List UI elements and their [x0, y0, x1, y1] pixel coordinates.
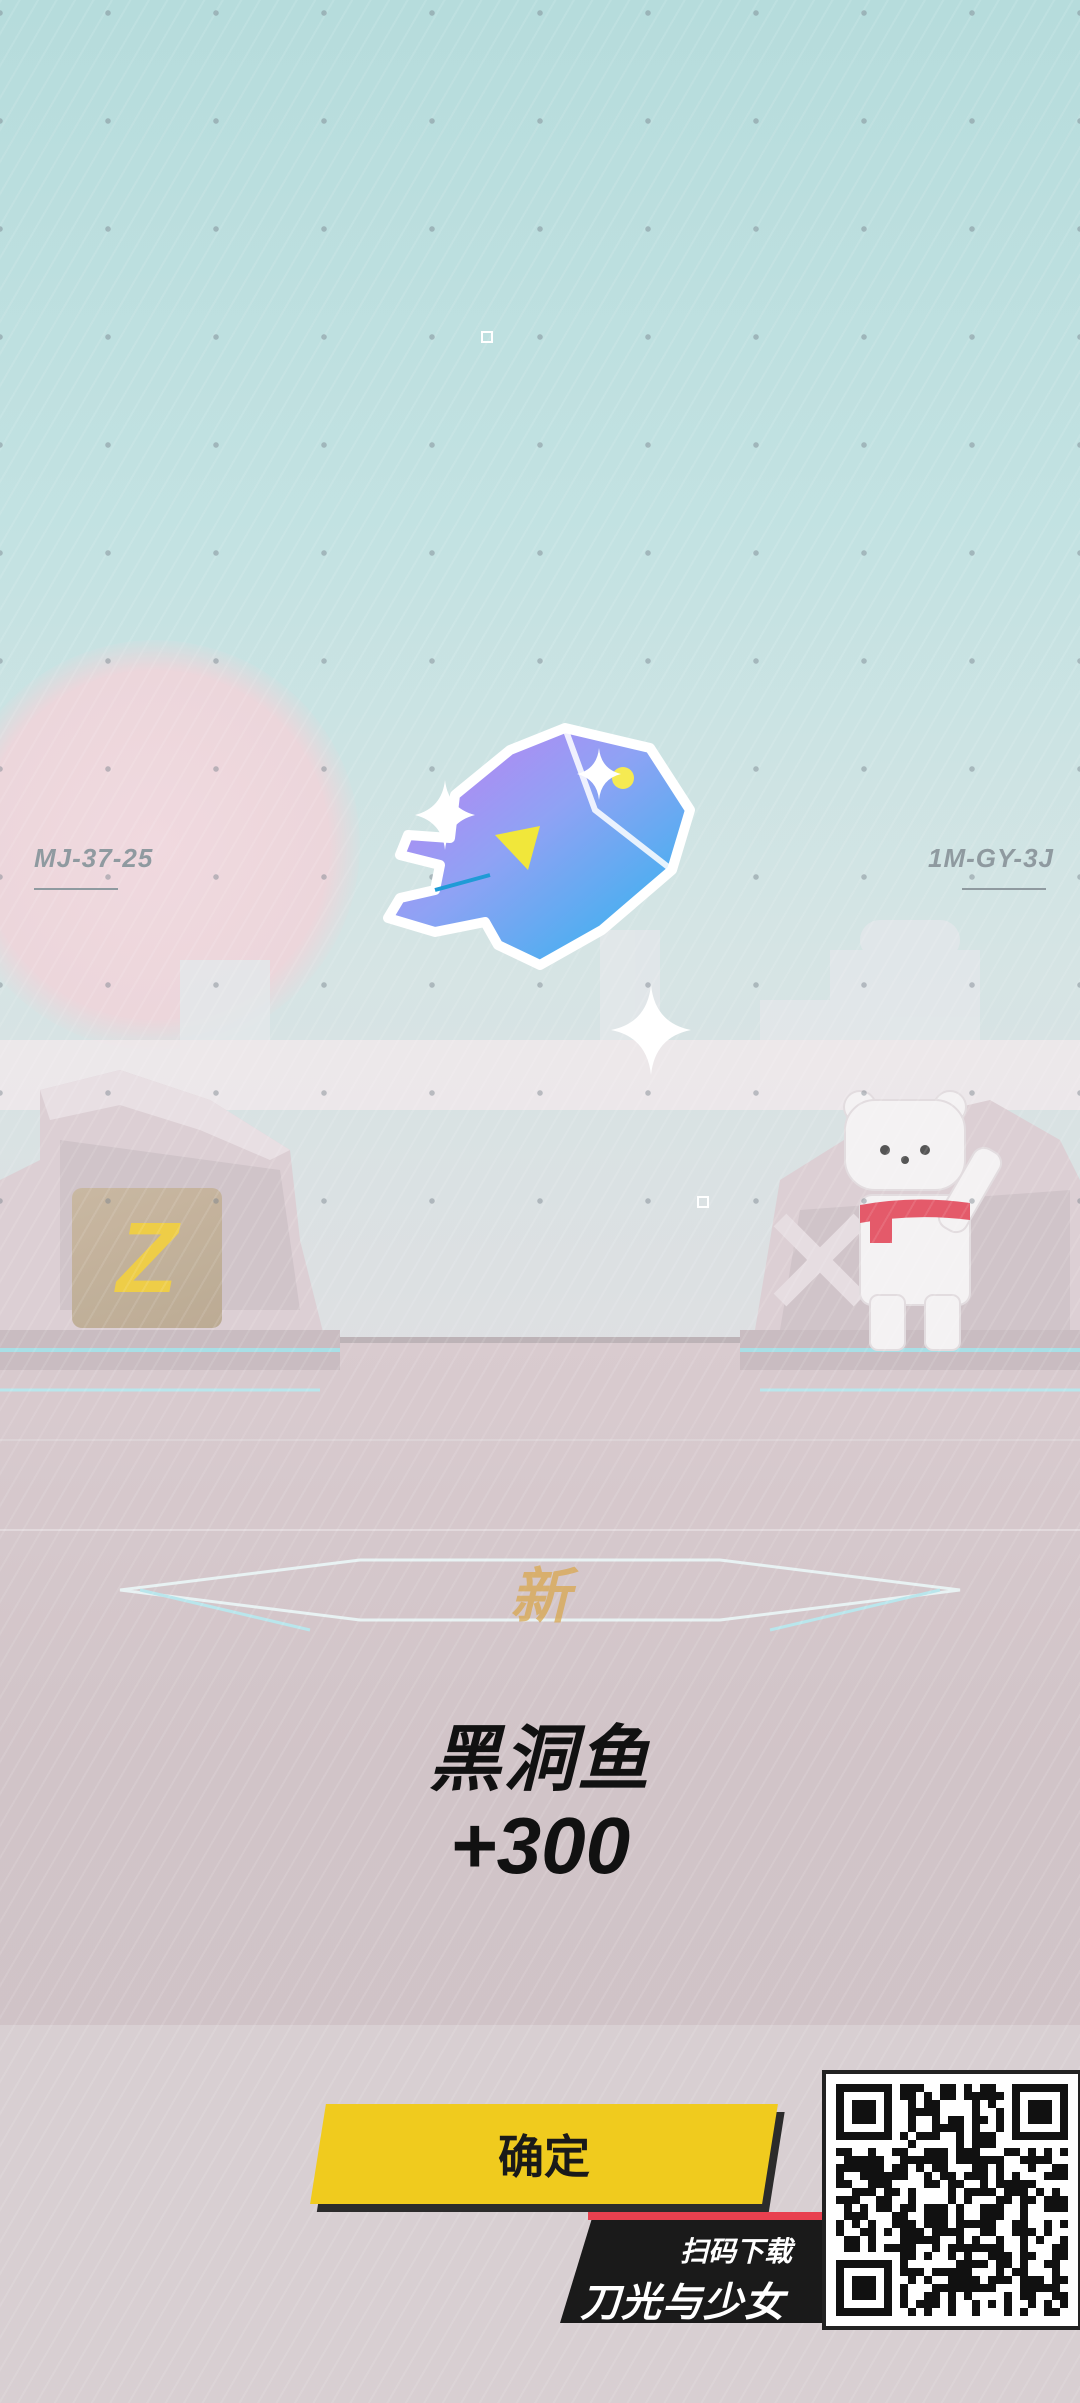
promo-game-title: 刀光与少女 — [580, 2280, 785, 2326]
sparkle-icon — [577, 748, 621, 800]
z-badge-letter: Z — [116, 1201, 178, 1314]
sparkle-icon — [415, 780, 475, 850]
left-code-underline — [34, 888, 118, 890]
right-code-label: 1M-GY-3J — [928, 843, 1054, 873]
sparkle-icon — [611, 985, 691, 1075]
promo-scan-label: 扫码下载 — [680, 2235, 793, 2268]
z-badge: Z — [72, 1188, 222, 1328]
left-code-label: MJ-37-25 — [34, 843, 154, 873]
right-code-underline — [962, 888, 1046, 890]
confirm-button-label: 确定 — [498, 2130, 590, 2184]
qr-code-icon[interactable] — [822, 2070, 1080, 2330]
marker-square — [481, 331, 493, 343]
new-label: 新 — [510, 1562, 570, 1632]
confirm-button[interactable]: 确定 — [310, 2104, 778, 2204]
item-name: 黑洞鱼 — [428, 1717, 651, 1801]
bear-figure — [843, 1090, 1003, 1351]
reward-scene: Z MJ-37-25 1M-GY-3J 新 黑洞鱼 +300 确定 扫码下载 刀… — [0, 0, 1080, 2403]
marker-square — [697, 1196, 709, 1208]
item-count: +300 — [449, 1801, 631, 1890]
promo-accent-bar — [588, 2212, 824, 2220]
